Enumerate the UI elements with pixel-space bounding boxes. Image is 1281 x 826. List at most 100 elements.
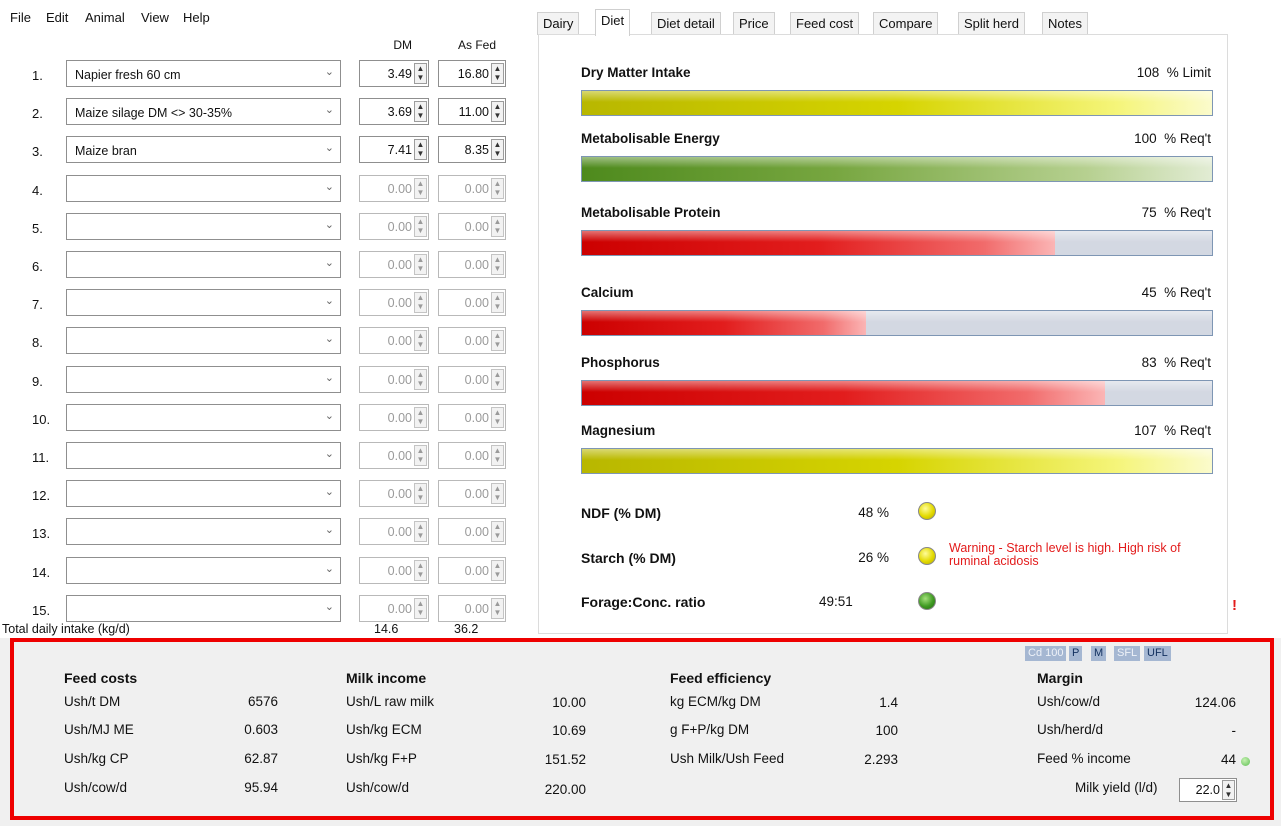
spinner-updown-icon[interactable]: ▲ ▼	[414, 445, 427, 466]
spinner-updown-icon[interactable]: ▲ ▼	[414, 139, 427, 160]
feed-select[interactable]: ⌄	[66, 213, 341, 240]
chevron-down-icon[interactable]: ⌄	[325, 409, 334, 422]
tab-diet-detail[interactable]: Diet detail	[651, 12, 721, 35]
spinner-updown-icon[interactable]: ▲ ▼	[414, 483, 427, 504]
dm-spinner[interactable]: 0.00 ▲ ▼	[359, 480, 429, 507]
dm-spinner[interactable]: 0.00 ▲ ▼	[359, 251, 429, 278]
feed-select[interactable]: ⌄	[66, 557, 341, 584]
chevron-down-icon[interactable]: ⌄	[325, 218, 334, 231]
dm-spinner[interactable]: 0.00 ▲ ▼	[359, 366, 429, 393]
dm-value[interactable]: 0.00	[388, 525, 412, 539]
spinner-updown-icon[interactable]: ▲ ▼	[414, 216, 427, 237]
tab-feed-cost[interactable]: Feed cost	[790, 12, 860, 35]
milk-yield-spinner[interactable]: 22.0 ▲ ▼	[1179, 778, 1237, 802]
dm-spinner[interactable]: 0.00 ▲ ▼	[359, 175, 429, 202]
spinner-updown-icon[interactable]: ▲ ▼	[491, 521, 504, 542]
dm-spinner[interactable]: 0.00 ▲ ▼	[359, 595, 429, 622]
dm-value[interactable]: 0.00	[388, 182, 412, 196]
dm-value[interactable]: 7.41	[388, 143, 412, 157]
as-fed-value[interactable]: 0.00	[465, 449, 489, 463]
dm-spinner[interactable]: 0.00 ▲ ▼	[359, 289, 429, 316]
dm-value[interactable]: 0.00	[388, 487, 412, 501]
chevron-down-icon[interactable]: ⌄	[325, 65, 334, 78]
spinner-updown-icon[interactable]: ▲ ▼	[491, 445, 504, 466]
feed-select[interactable]: ⌄	[66, 175, 341, 202]
spinner-updown-icon[interactable]: ▲ ▼	[414, 560, 427, 581]
tab-notes[interactable]: Notes	[1042, 12, 1088, 35]
as-fed-spinner[interactable]: 16.80 ▲ ▼	[438, 60, 506, 87]
dm-value[interactable]: 0.00	[388, 564, 412, 578]
spinner-updown-icon[interactable]: ▲ ▼	[1222, 780, 1235, 800]
as-fed-spinner[interactable]: 0.00 ▲ ▼	[438, 327, 506, 354]
tab-diet[interactable]: Diet	[595, 9, 631, 36]
feed-select[interactable]: ⌄	[66, 404, 341, 431]
dm-spinner[interactable]: 0.00 ▲ ▼	[359, 518, 429, 545]
menu-view[interactable]: View	[141, 10, 169, 25]
feed-select[interactable]: ⌄	[66, 442, 341, 469]
spinner-updown-icon[interactable]: ▲ ▼	[414, 254, 427, 275]
feed-select[interactable]: ⌄	[66, 327, 341, 354]
menu-file[interactable]: File	[10, 10, 31, 25]
dm-value[interactable]: 0.00	[388, 449, 412, 463]
dm-value[interactable]: 0.00	[388, 602, 412, 616]
feed-select[interactable]: Maize silage DM <> 30-35% ⌄	[66, 98, 341, 125]
spinner-updown-icon[interactable]: ▲ ▼	[414, 407, 427, 428]
as-fed-value[interactable]: 0.00	[465, 334, 489, 348]
as-fed-value[interactable]: 0.00	[465, 602, 489, 616]
chevron-down-icon[interactable]: ⌄	[325, 103, 334, 116]
feed-select[interactable]: ⌄	[66, 366, 341, 393]
chevron-down-icon[interactable]: ⌄	[325, 485, 334, 498]
spinner-updown-icon[interactable]: ▲ ▼	[491, 139, 504, 160]
dm-spinner[interactable]: 3.69 ▲ ▼	[359, 98, 429, 125]
chevron-down-icon[interactable]: ⌄	[325, 256, 334, 269]
tab-price[interactable]: Price	[733, 12, 775, 35]
as-fed-spinner[interactable]: 8.35 ▲ ▼	[438, 136, 506, 163]
badge-cd100[interactable]: Cd 100	[1025, 646, 1067, 661]
as-fed-spinner[interactable]: 0.00 ▲ ▼	[438, 251, 506, 278]
chevron-down-icon[interactable]: ⌄	[325, 523, 334, 536]
feed-select[interactable]: ⌄	[66, 480, 341, 507]
dm-value[interactable]: 0.00	[388, 411, 412, 425]
as-fed-value[interactable]: 8.35	[465, 143, 489, 157]
dm-spinner[interactable]: 7.41 ▲ ▼	[359, 136, 429, 163]
as-fed-value[interactable]: 0.00	[465, 258, 489, 272]
feed-select[interactable]: Napier fresh 60 cm ⌄	[66, 60, 341, 87]
dm-value[interactable]: 3.69	[388, 105, 412, 119]
spinner-updown-icon[interactable]: ▲ ▼	[414, 598, 427, 619]
as-fed-spinner[interactable]: 0.00 ▲ ▼	[438, 175, 506, 202]
as-fed-value[interactable]: 0.00	[465, 564, 489, 578]
dm-spinner[interactable]: 0.00 ▲ ▼	[359, 442, 429, 469]
tab-compare[interactable]: Compare	[873, 12, 939, 35]
dm-spinner[interactable]: 3.49 ▲ ▼	[359, 60, 429, 87]
as-fed-spinner[interactable]: 0.00 ▲ ▼	[438, 289, 506, 316]
as-fed-spinner[interactable]: 0.00 ▲ ▼	[438, 518, 506, 545]
badge-p[interactable]: P	[1069, 646, 1083, 661]
dm-value[interactable]: 0.00	[388, 296, 412, 310]
as-fed-spinner[interactable]: 0.00 ▲ ▼	[438, 442, 506, 469]
spinner-updown-icon[interactable]: ▲ ▼	[491, 178, 504, 199]
chevron-down-icon[interactable]: ⌄	[325, 180, 334, 193]
chevron-down-icon[interactable]: ⌄	[325, 562, 334, 575]
tab-split-herd[interactable]: Split herd	[958, 12, 1025, 35]
chevron-down-icon[interactable]: ⌄	[325, 332, 334, 345]
badge-m[interactable]: M	[1091, 646, 1107, 661]
dm-value[interactable]: 0.00	[388, 220, 412, 234]
menu-help[interactable]: Help	[183, 10, 210, 25]
as-fed-spinner[interactable]: 0.00 ▲ ▼	[438, 595, 506, 622]
chevron-down-icon[interactable]: ⌄	[325, 447, 334, 460]
milk-yield-value[interactable]: 22.0	[1196, 783, 1220, 797]
menu-animal[interactable]: Animal	[85, 10, 125, 25]
tab-dairy[interactable]: Dairy	[537, 12, 580, 35]
feed-select[interactable]: ⌄	[66, 251, 341, 278]
feed-select[interactable]: ⌄	[66, 595, 341, 622]
as-fed-spinner[interactable]: 0.00 ▲ ▼	[438, 366, 506, 393]
chevron-down-icon[interactable]: ⌄	[325, 141, 334, 154]
badge-ufl[interactable]: UFL	[1144, 646, 1171, 661]
dm-spinner[interactable]: 0.00 ▲ ▼	[359, 557, 429, 584]
chevron-down-icon[interactable]: ⌄	[325, 294, 334, 307]
dm-value[interactable]: 0.00	[388, 258, 412, 272]
as-fed-value[interactable]: 11.00	[459, 105, 489, 119]
as-fed-value[interactable]: 0.00	[465, 373, 489, 387]
spinner-updown-icon[interactable]: ▲ ▼	[414, 330, 427, 351]
as-fed-spinner[interactable]: 0.00 ▲ ▼	[438, 557, 506, 584]
